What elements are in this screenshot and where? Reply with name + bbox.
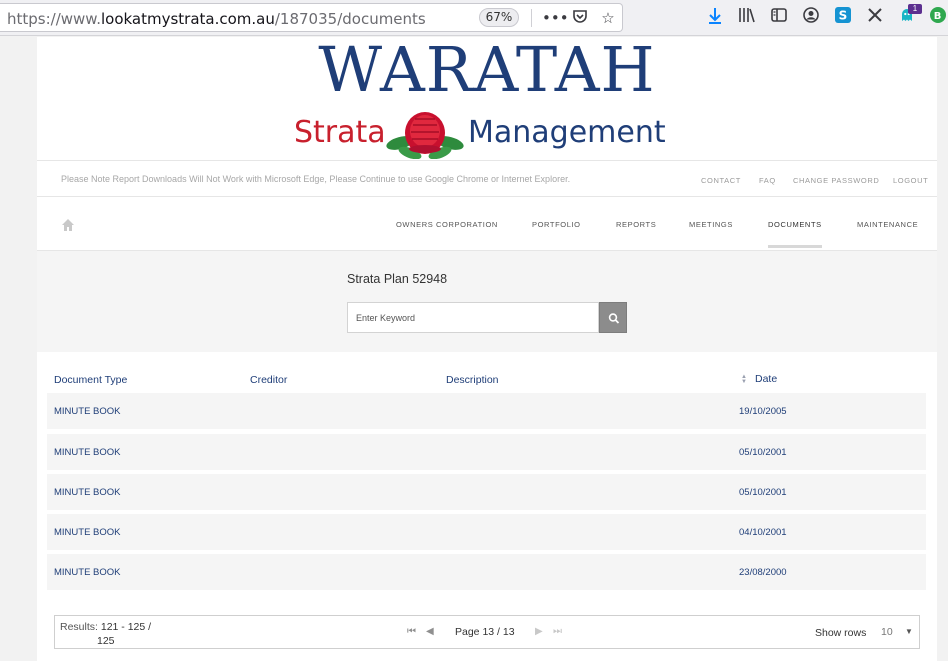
previous-page-icon[interactable]: ◀ [426, 626, 434, 637]
cell-date: 19/10/2005 [739, 406, 787, 417]
downloads-icon[interactable] [705, 7, 725, 27]
browser-notice-text: Please Note Report Downloads Will Not Wo… [61, 174, 571, 184]
results-summary: Results: 121 - 125 / 125 [60, 620, 170, 648]
top-link-faq[interactable]: FAQ [759, 176, 776, 185]
page-label: Page [455, 626, 480, 638]
site-header: WARATAH Strata Management [37, 37, 937, 160]
rows-per-page-select[interactable]: 10 [881, 626, 893, 638]
zoom-level-badge[interactable]: 67% [479, 8, 519, 27]
table-row[interactable]: MINUTE BOOK 05/10/2001 [47, 474, 926, 510]
account-icon[interactable] [801, 7, 821, 27]
top-link-change-password[interactable]: CHANGE PASSWORD [793, 176, 879, 185]
sidebar-icon[interactable] [769, 7, 789, 27]
waratah-logo[interactable]: WARATAH Strata Management [294, 37, 680, 160]
home-icon[interactable] [61, 218, 75, 232]
logo-wordmark-top: WARATAH [318, 33, 656, 106]
svg-text:S: S [839, 9, 848, 23]
cell-document-type[interactable]: MINUTE BOOK [54, 406, 121, 417]
page-actions-icon[interactable]: ••• [542, 8, 569, 28]
address-bar[interactable]: https://www.lookatmystrata.com.au/187035… [0, 3, 623, 32]
nav-owners-corporation[interactable]: OWNERS CORPORATION [396, 220, 498, 229]
green-extension-icon[interactable]: B [928, 7, 948, 27]
cell-document-type[interactable]: MINUTE BOOK [54, 567, 121, 578]
top-link-logout[interactable]: LOGOUT [893, 176, 928, 185]
cell-document-type[interactable]: MINUTE BOOK [54, 527, 121, 538]
column-header-description[interactable]: Description [446, 374, 499, 386]
logo-wordmark-strata: Strata [294, 115, 386, 150]
bookmark-star-icon[interactable]: ☆ [598, 8, 618, 28]
search-section: Strata Plan 52948 [37, 251, 937, 352]
address-bar-divider [531, 9, 532, 27]
pagination-bar: Results: 121 - 125 / 125 ⏮ ◀ Page 13 / 1… [54, 615, 920, 649]
table-row[interactable]: MINUTE BOOK 05/10/2001 [47, 434, 926, 470]
results-total: 125 [97, 635, 115, 647]
browser-toolbar: https://www.lookatmystrata.com.au/187035… [0, 0, 948, 36]
cell-date: 05/10/2001 [739, 487, 787, 498]
search-icon [608, 313, 620, 324]
page-value: 13 / 13 [482, 626, 515, 638]
cell-date: 04/10/2001 [739, 527, 787, 538]
table-row[interactable]: MINUTE BOOK 04/10/2001 [47, 514, 926, 550]
x-extension-icon[interactable] [865, 7, 885, 27]
nav-meetings[interactable]: MEETINGS [689, 220, 733, 229]
chevron-down-icon[interactable]: ▼ [905, 627, 913, 636]
cell-date: 05/10/2001 [739, 447, 787, 458]
top-link-contact[interactable]: CONTACT [701, 176, 741, 185]
column-header-creditor[interactable]: Creditor [250, 374, 287, 386]
table-row[interactable]: MINUTE BOOK 23/08/2000 [47, 554, 926, 590]
page-indicator: Page 13 / 13 [455, 626, 515, 638]
pocket-icon[interactable] [570, 8, 590, 28]
next-page-icon[interactable]: ▶ [535, 626, 543, 637]
search-button[interactable] [599, 302, 627, 333]
main-nav: OWNERS CORPORATION PORTFOLIO REPORTS MEE… [37, 198, 937, 251]
cell-document-type[interactable]: MINUTE BOOK [54, 487, 121, 498]
notice-bar: Please Note Report Downloads Will Not Wo… [37, 160, 937, 197]
column-header-document-type[interactable]: Document Type [54, 374, 127, 386]
active-nav-indicator [768, 245, 822, 248]
library-icon[interactable] [737, 7, 757, 27]
last-page-icon[interactable]: ⏭ [553, 626, 562, 637]
url-text[interactable]: https://www.lookatmystrata.com.au/187035… [7, 10, 426, 28]
nav-maintenance[interactable]: MAINTENANCE [857, 220, 918, 229]
sort-icon[interactable]: ▲ ▼ [741, 374, 747, 385]
results-range: 121 - 125 / [100, 621, 152, 633]
svg-text:B: B [934, 11, 942, 22]
table-row[interactable]: MINUTE BOOK 19/10/2005 [47, 393, 926, 429]
cell-document-type[interactable]: MINUTE BOOK [54, 447, 121, 458]
page-content: WARATAH Strata Management Please Note Re… [37, 37, 937, 661]
extension-notification-badge: 1 [908, 4, 922, 14]
nav-documents[interactable]: DOCUMENTS [768, 220, 822, 229]
nav-portfolio[interactable]: PORTFOLIO [532, 220, 581, 229]
keyword-search-input[interactable] [347, 302, 599, 333]
results-label: Results: [60, 621, 98, 633]
strata-plan-title: Strata Plan 52948 [347, 272, 448, 286]
column-header-date[interactable]: Date [755, 373, 777, 385]
waratah-flower-icon [386, 112, 464, 159]
cell-date: 23/08/2000 [739, 567, 787, 578]
skype-extension-icon[interactable]: S [833, 7, 853, 27]
first-page-icon[interactable]: ⏮ [407, 626, 416, 637]
logo-wordmark-management: Management [468, 115, 666, 150]
show-rows-label: Show rows [815, 627, 867, 639]
nav-reports[interactable]: REPORTS [616, 220, 656, 229]
